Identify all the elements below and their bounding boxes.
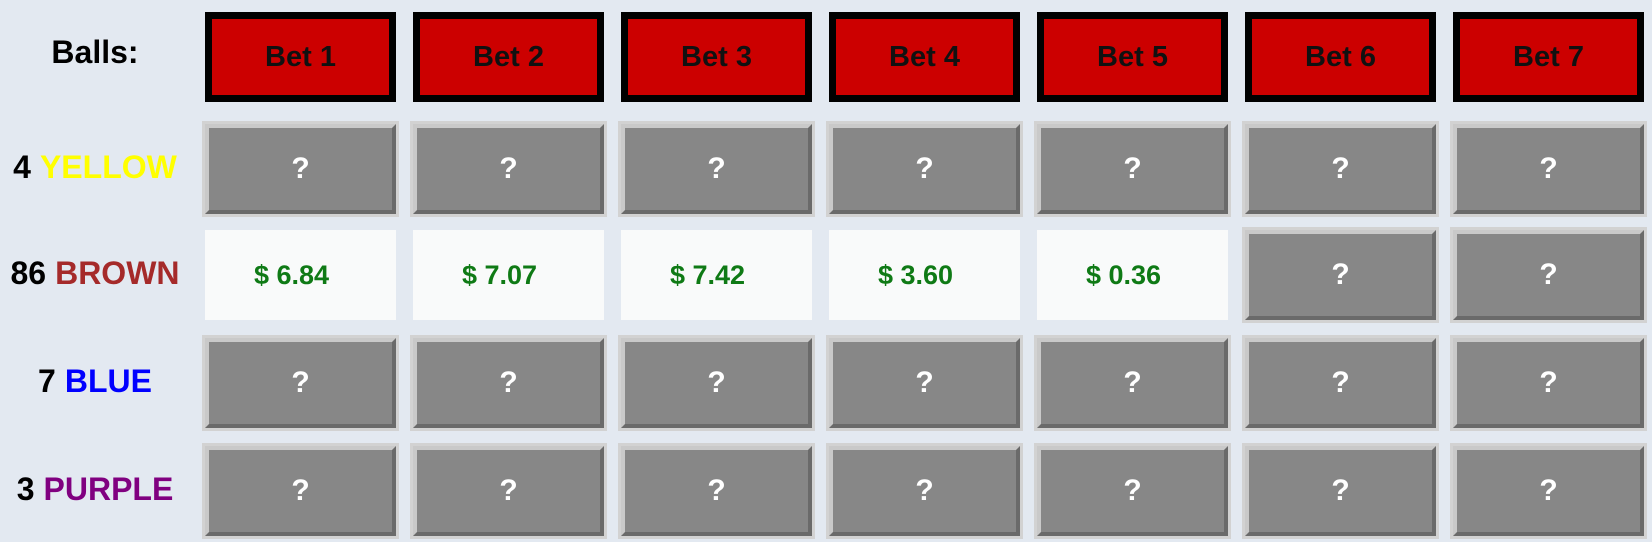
hidden-bet-cell-purple-bet-1[interactable]: ?: [205, 446, 396, 536]
betting-board: Balls: Bet 1 Bet 2 Bet 3 Bet 4 Bet 5 Bet 6 Bet…: [0, 0, 1652, 542]
ball-color-name: BROWN: [55, 254, 180, 291]
hidden-bet-cell-yellow-bet-3[interactable]: ?: [621, 124, 812, 214]
hidden-bet-cell-yellow-bet-2[interactable]: ?: [413, 124, 604, 214]
bet-5-header-button[interactable]: Bet 5: [1037, 12, 1228, 102]
payout-cell-brown-bet-2: $ 7.07: [413, 230, 604, 320]
hidden-bet-cell-blue-bet-3[interactable]: ?: [621, 338, 812, 428]
payout-cell-brown-bet-1: $ 6.84: [205, 230, 396, 320]
hidden-bet-cell-purple-bet-6[interactable]: ?: [1245, 446, 1436, 536]
bet-1-header-button[interactable]: Bet 1: [205, 12, 396, 102]
hidden-bet-cell-blue-bet-2[interactable]: ?: [413, 338, 604, 428]
bet-7-header-button[interactable]: Bet 7: [1453, 12, 1644, 102]
payout-cell-brown-bet-3: $ 7.42: [621, 230, 812, 320]
hidden-bet-cell-blue-bet-6[interactable]: ?: [1245, 338, 1436, 428]
hidden-bet-cell-yellow-bet-1[interactable]: ?: [205, 124, 396, 214]
hidden-bet-cell-purple-bet-2[interactable]: ?: [413, 446, 604, 536]
hidden-bet-cell-brown-bet-6[interactable]: ?: [1245, 230, 1436, 320]
bet-2-header-button[interactable]: Bet 2: [413, 12, 604, 102]
ball-color-name: YELLOW: [39, 148, 177, 185]
hidden-bet-cell-yellow-bet-7[interactable]: ?: [1453, 124, 1644, 214]
hidden-bet-cell-blue-bet-5[interactable]: ?: [1037, 338, 1228, 428]
ball-count: 4: [13, 148, 31, 185]
hidden-bet-cell-yellow-bet-5[interactable]: ?: [1037, 124, 1228, 214]
hidden-bet-cell-yellow-bet-6[interactable]: ?: [1245, 124, 1436, 214]
hidden-bet-cell-purple-bet-4[interactable]: ?: [829, 446, 1020, 536]
balls-label-text: Balls:: [51, 33, 139, 70]
hidden-bet-cell-purple-bet-3[interactable]: ?: [621, 446, 812, 536]
ball-row-label-brown: 86 BROWN: [0, 229, 190, 317]
hidden-bet-cell-blue-bet-1[interactable]: ?: [205, 338, 396, 428]
bet-3-header-button[interactable]: Bet 3: [621, 12, 812, 102]
hidden-bet-cell-yellow-bet-4[interactable]: ?: [829, 124, 1020, 214]
ball-count: 3: [16, 470, 35, 507]
ball-row-label-blue: 7 BLUE: [0, 337, 190, 425]
bet-4-header-button[interactable]: Bet 4: [829, 12, 1020, 102]
balls-label: Balls:: [0, 8, 190, 96]
ball-row-label-yellow: 4 YELLOW: [0, 123, 190, 211]
ball-color-name: BLUE: [64, 362, 152, 399]
ball-count: 86: [10, 254, 47, 291]
hidden-bet-cell-brown-bet-7[interactable]: ?: [1453, 230, 1644, 320]
ball-row-label-purple: 3 PURPLE: [0, 445, 190, 533]
hidden-bet-cell-blue-bet-7[interactable]: ?: [1453, 338, 1644, 428]
hidden-bet-cell-purple-bet-7[interactable]: ?: [1453, 446, 1644, 536]
hidden-bet-cell-purple-bet-5[interactable]: ?: [1037, 446, 1228, 536]
payout-cell-brown-bet-4: $ 3.60: [829, 230, 1020, 320]
bet-6-header-button[interactable]: Bet 6: [1245, 12, 1436, 102]
ball-count: 7: [38, 362, 56, 399]
hidden-bet-cell-blue-bet-4[interactable]: ?: [829, 338, 1020, 428]
ball-color-name: PURPLE: [43, 470, 174, 507]
payout-cell-brown-bet-5: $ 0.36: [1037, 230, 1228, 320]
